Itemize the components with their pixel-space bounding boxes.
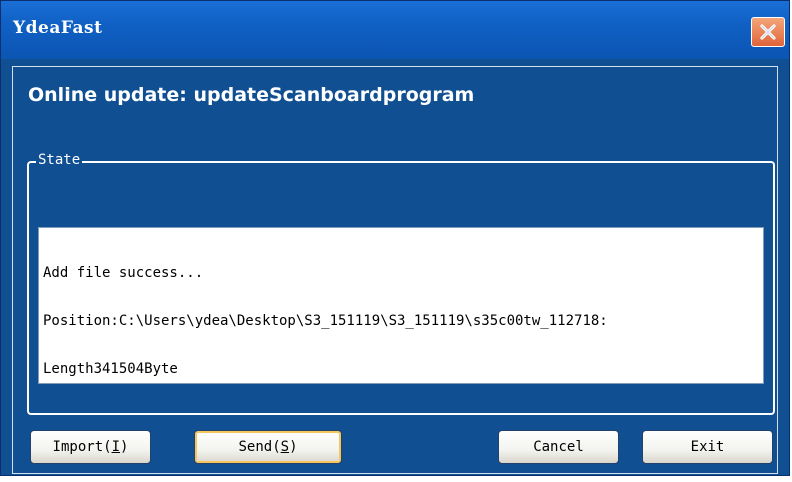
log-line: Length341504Byte xyxy=(43,361,178,377)
close-icon xyxy=(760,24,776,40)
send-button-label: Send xyxy=(238,439,273,455)
title-bar[interactable]: YdeaFast xyxy=(1,1,789,59)
exit-button-label: Exit xyxy=(690,439,725,455)
send-mnemonic: S xyxy=(280,439,290,455)
import-button-label: Import xyxy=(52,439,104,455)
cancel-button[interactable]: Cancel xyxy=(498,430,619,464)
import-mnemonic: I xyxy=(111,439,120,455)
dialog-heading: Online update: updateScanboardprogram xyxy=(28,84,475,106)
log-line: Position:C:\Users\ydea\Desktop\S3_151119… xyxy=(43,313,608,329)
exit-button[interactable]: Exit xyxy=(642,430,773,464)
close-button[interactable] xyxy=(751,17,785,47)
state-log-textarea[interactable]: Add file success... Position:C:\Users\yd… xyxy=(38,227,764,384)
import-button[interactable]: Import(I) xyxy=(30,430,151,464)
log-line: Add file success... xyxy=(43,265,204,281)
state-group-label: State xyxy=(36,151,83,169)
send-button[interactable]: Send(S) xyxy=(194,430,342,464)
window-title: YdeaFast xyxy=(13,18,103,38)
cancel-button-label: Cancel xyxy=(533,439,584,455)
